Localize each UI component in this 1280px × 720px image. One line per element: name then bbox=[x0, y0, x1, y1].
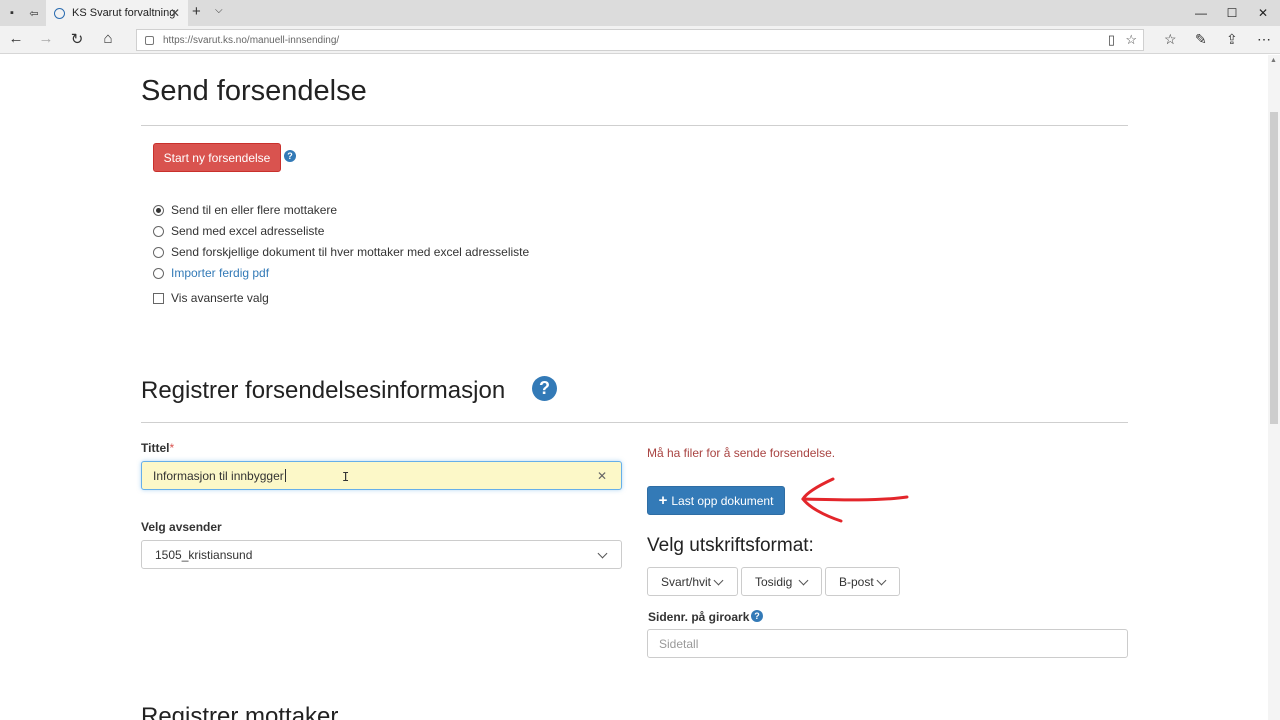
send-option-1[interactable]: Send til en eller flere mottakere bbox=[153, 203, 337, 217]
close-window-icon[interactable]: ✕ bbox=[1246, 0, 1280, 26]
plus-icon: + bbox=[658, 492, 668, 509]
sides-format-dropdown[interactable]: Tosidig bbox=[741, 567, 822, 596]
send-option-label: Send forskjellige dokument til hver mott… bbox=[171, 245, 530, 259]
text-caret bbox=[284, 469, 286, 482]
chevron-down-icon bbox=[876, 575, 887, 586]
forward-icon[interactable]: → bbox=[35, 30, 57, 50]
title-input[interactable]: Informasjon til innbygger ✕ bbox=[141, 461, 622, 490]
advanced-options-label: Vis avanserte valg bbox=[171, 291, 269, 305]
scroll-up-icon[interactable]: ▲ bbox=[1270, 57, 1277, 64]
send-option-label: Send med excel adresseliste bbox=[171, 224, 325, 238]
sender-select[interactable]: 1505_kristiansund bbox=[141, 540, 622, 569]
clear-input-icon[interactable]: ✕ bbox=[597, 469, 607, 483]
page-scrollbar[interactable]: ▲ bbox=[1268, 55, 1280, 720]
notes-pen-icon[interactable]: ✎ bbox=[1195, 31, 1207, 48]
send-option-3[interactable]: Send forskjellige dokument til hver mott… bbox=[153, 245, 529, 259]
radio[interactable] bbox=[153, 225, 164, 237]
postage-format-dropdown[interactable]: B-post bbox=[825, 567, 900, 596]
page-content: Send forsendelse Start ny forsendelse ? … bbox=[0, 55, 1268, 720]
section-title-recipient: Registrer mottaker bbox=[141, 703, 339, 720]
tab-svarut[interactable]: KS Svarut forvaltning ✕ bbox=[46, 0, 188, 26]
maximize-icon[interactable]: ☐ bbox=[1215, 0, 1249, 26]
send-option-4[interactable]: Importer ferdig pdf bbox=[153, 266, 269, 280]
print-format-title: Velg utskriftsformat: bbox=[647, 535, 814, 556]
start-new-shipment-button[interactable]: Start ny forsendelse bbox=[153, 143, 281, 172]
browser-toolbar: ← → ↻ ⌂ https://svarut.ks.no/manuell-inn… bbox=[0, 26, 1280, 54]
checkbox[interactable] bbox=[153, 292, 164, 304]
help-icon[interactable]: ? bbox=[532, 376, 557, 401]
page-number-label: Sidenr. på giroark bbox=[648, 610, 750, 624]
advanced-options-checkbox-row[interactable]: Vis avanserte valg bbox=[153, 291, 269, 305]
dropdown-value: B-post bbox=[839, 574, 874, 589]
share-icon[interactable]: ⇪ bbox=[1226, 31, 1238, 48]
page-number-input[interactable] bbox=[647, 629, 1128, 658]
upload-button-label: Last opp dokument bbox=[671, 493, 774, 508]
send-option-label: Send til en eller flere mottakere bbox=[171, 203, 338, 217]
home-icon[interactable]: ⌂ bbox=[97, 30, 119, 50]
page-title: Send forsendelse bbox=[141, 75, 367, 107]
chevron-down-icon bbox=[798, 575, 809, 586]
site-favicon-icon bbox=[54, 7, 65, 19]
favorite-star-icon[interactable]: ☆ bbox=[1125, 32, 1137, 48]
divider bbox=[141, 125, 1128, 126]
url-text: https://svarut.ks.no/manuell-innsending/ bbox=[163, 34, 340, 46]
back-icon[interactable]: ← bbox=[5, 30, 27, 50]
dropdown-value: Tosidig bbox=[755, 574, 793, 589]
chevron-down-icon bbox=[713, 575, 724, 586]
mouse-cursor-icon: I bbox=[342, 470, 350, 484]
radio[interactable] bbox=[153, 246, 164, 258]
tab-title: KS Svarut forvaltning bbox=[72, 7, 176, 19]
chevron-down-icon bbox=[597, 548, 608, 559]
sender-select-value: 1505_kristiansund bbox=[155, 547, 253, 562]
divider bbox=[141, 422, 1128, 423]
refresh-icon[interactable]: ↻ bbox=[66, 30, 88, 50]
reading-view-icon[interactable]: ▯ bbox=[1108, 32, 1115, 48]
help-icon[interactable]: ? bbox=[284, 150, 296, 162]
set-aside-tabs-icon[interactable]: ⇦ bbox=[24, 0, 44, 26]
lock-icon bbox=[145, 35, 154, 45]
red-arrow-annotation-icon bbox=[801, 477, 909, 523]
tab-actions-icon[interactable]: ▪ bbox=[2, 0, 22, 26]
title-input-value: Informasjon til innbygger bbox=[153, 468, 284, 483]
new-tab-icon[interactable]: + bbox=[192, 3, 201, 20]
help-icon[interactable]: ? bbox=[751, 610, 763, 622]
sender-label: Velg avsender bbox=[141, 520, 222, 534]
radio[interactable] bbox=[153, 267, 164, 279]
dropdown-value: Svart/hvit bbox=[661, 574, 712, 589]
required-mark: * bbox=[169, 441, 175, 455]
title-label: Tittel* bbox=[141, 441, 175, 455]
browser-tab-bar: ▪ ⇦ KS Svarut forvaltning ✕ + ⌵ — ☐ ✕ bbox=[0, 0, 1280, 26]
radio-selected[interactable] bbox=[153, 204, 164, 216]
send-option-2[interactable]: Send med excel adresseliste bbox=[153, 224, 324, 238]
favorites-icon[interactable]: ☆ bbox=[1164, 31, 1177, 48]
close-tab-icon[interactable]: ✕ bbox=[170, 6, 180, 20]
minimize-icon[interactable]: — bbox=[1184, 0, 1218, 26]
scrollbar-thumb[interactable] bbox=[1270, 112, 1278, 424]
section-title-registration: Registrer forsendelsesinformasjon bbox=[141, 377, 506, 404]
tab-list-chevron-icon[interactable]: ⌵ bbox=[215, 5, 223, 16]
upload-document-button[interactable]: + Last opp dokument bbox=[647, 486, 785, 515]
address-bar[interactable]: https://svarut.ks.no/manuell-innsending/… bbox=[136, 29, 1144, 51]
error-message: Må ha filer for å sende forsendelse. bbox=[647, 446, 836, 460]
send-option-label[interactable]: Importer ferdig pdf bbox=[171, 266, 269, 280]
color-format-dropdown[interactable]: Svart/hvit bbox=[647, 567, 738, 596]
more-icon[interactable]: ⋯ bbox=[1257, 31, 1271, 48]
